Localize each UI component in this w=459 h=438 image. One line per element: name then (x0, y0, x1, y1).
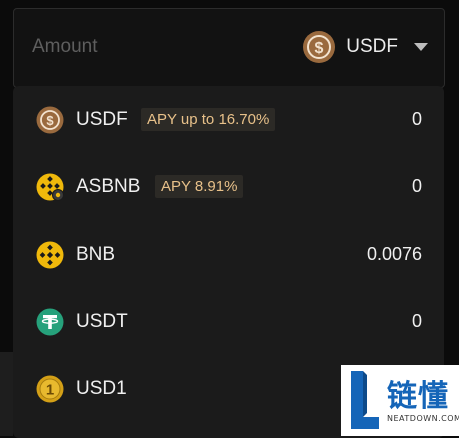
amount-input-box[interactable]: Amount $ USDF (13, 8, 445, 88)
amount-label: Amount (32, 36, 98, 57)
usd1-coin-icon: 1 (36, 375, 64, 402)
token-name: USDF (76, 108, 128, 130)
svg-text:$: $ (46, 113, 54, 128)
token-balance: 0 (411, 176, 422, 196)
watermark-l-icon (351, 371, 379, 429)
bnb-coin-icon (36, 241, 64, 268)
token-name: BNB (76, 243, 116, 265)
apy-badge: APY up to 16.70% (141, 108, 276, 131)
token-name: USD1 (76, 377, 127, 399)
selected-token-label: USDF (346, 36, 398, 57)
svg-text:1: 1 (46, 381, 54, 398)
token-selector[interactable]: $ USDF (302, 29, 428, 65)
token-balance: 0 (411, 311, 422, 331)
usdt-coin-icon (36, 308, 64, 335)
token-balance: 0.0076 (366, 244, 422, 264)
watermark-english-text: NEATDOWN.COM (387, 414, 459, 423)
token-name: ASBNB (76, 175, 141, 197)
token-option-bnb[interactable]: BNB 0.0076 (13, 221, 444, 288)
usdf-coin-icon: $ (36, 106, 64, 133)
background-panel (0, 352, 13, 436)
asbnb-coin-icon (36, 173, 64, 201)
chevron-down-icon (414, 43, 428, 51)
apy-badge: APY 8.91% (155, 175, 244, 198)
watermark-chinese-text: 链懂 (387, 379, 449, 414)
token-balance: 0 (411, 109, 422, 129)
watermark-logo: 链懂 NEATDOWN.COM (341, 365, 459, 436)
token-option-asbnb[interactable]: ASBNB APY 8.91% 0 (13, 153, 444, 220)
token-option-usdt[interactable]: USDT 0 (13, 288, 444, 355)
svg-text:$: $ (315, 40, 324, 57)
token-option-usdf[interactable]: $ USDF APY up to 16.70% 0 (13, 86, 444, 153)
token-name: USDT (76, 310, 128, 332)
usdf-coin-icon: $ (303, 31, 336, 63)
